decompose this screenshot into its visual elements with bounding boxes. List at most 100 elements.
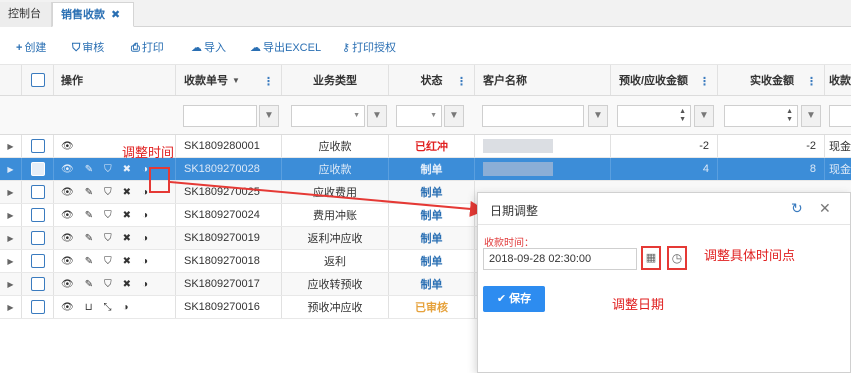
adjust-time-icon[interactable]: ◑: [142, 164, 148, 175]
expand-icon[interactable]: ▶: [0, 227, 22, 249]
unaudit-icon[interactable]: ⊔: [85, 302, 93, 313]
filter-icon[interactable]: ▼: [367, 105, 387, 127]
audit-button[interactable]: ⛉ 审核: [72, 39, 104, 55]
adjust-time-icon[interactable]: ◑: [142, 256, 148, 267]
delete-icon[interactable]: ✖: [123, 164, 131, 175]
create-button[interactable]: + 创建: [16, 39, 46, 55]
shield-icon[interactable]: ⛉: [104, 233, 112, 244]
filter-status-select[interactable]: ▼: [396, 105, 442, 127]
export-excel-button[interactable]: ☁ 导出EXCEL: [250, 39, 321, 55]
view-icon[interactable]: 👁: [61, 187, 74, 198]
filter-customer-input[interactable]: [482, 105, 584, 127]
status-badge: 制单: [389, 250, 475, 272]
adjust-time-icon[interactable]: ◑: [123, 302, 129, 313]
edit-icon[interactable]: ✎: [85, 210, 93, 221]
shield-icon[interactable]: ⛉: [104, 210, 112, 221]
receipt-no: SK1809270025: [176, 181, 282, 203]
delete-icon[interactable]: ✖: [123, 187, 131, 198]
view-icon[interactable]: 👁: [61, 302, 74, 313]
table-row-selected[interactable]: ▶ 👁 ✎ ⛉ ✖ ◑ SK1809270028 应收款 制单 4 8 现金: [0, 158, 851, 181]
edit-icon[interactable]: ✎: [85, 164, 93, 175]
delete-icon[interactable]: ✖: [123, 256, 131, 267]
row-checkbox-cell: [22, 181, 54, 203]
print-button[interactable]: ⎙ 打印: [131, 39, 164, 55]
edit-icon[interactable]: ✎: [85, 256, 93, 267]
expand-icon[interactable]: ▶: [0, 135, 22, 157]
row-checkbox-cell: [22, 227, 54, 249]
view-icon[interactable]: 👁: [61, 210, 74, 221]
status-badge: 制单: [389, 273, 475, 295]
close-icon[interactable]: ✕: [819, 200, 831, 217]
row-checkbox[interactable]: [30, 162, 45, 176]
header-paid[interactable]: 实收金额 ⋮: [718, 65, 825, 95]
shield-icon[interactable]: ⛉: [104, 187, 112, 198]
header-status[interactable]: 状态 ⋮: [389, 65, 475, 95]
expand-icon[interactable]: ▶: [0, 296, 22, 318]
row-checkbox[interactable]: [30, 254, 45, 268]
row-checkbox[interactable]: [30, 300, 45, 314]
select-all-checkbox[interactable]: [30, 73, 45, 87]
sort-desc-icon[interactable]: ▼: [232, 76, 240, 85]
delete-icon[interactable]: ✖: [123, 279, 131, 290]
row-checkbox[interactable]: [30, 139, 45, 153]
tab-console-label: 控制台: [8, 8, 41, 20]
expand-icon[interactable]: ▶: [0, 273, 22, 295]
shield-icon: ⛉: [72, 42, 81, 54]
filter-due-input[interactable]: ▲ ▼: [617, 105, 691, 127]
filter-paid-input[interactable]: ▲ ▼: [724, 105, 798, 127]
filter-icon[interactable]: ▼: [801, 105, 821, 127]
filter-icon[interactable]: ▼: [588, 105, 608, 127]
filter-more-input[interactable]: [829, 105, 851, 127]
view-icon[interactable]: 👁: [61, 279, 74, 290]
shield-icon[interactable]: ⛉: [104, 279, 112, 290]
view-icon[interactable]: 👁: [61, 164, 74, 175]
column-menu-icon[interactable]: ⋮: [263, 75, 274, 88]
filter-icon[interactable]: ▼: [259, 105, 279, 127]
column-menu-icon[interactable]: ⋮: [456, 75, 467, 88]
filter-icon[interactable]: ▼: [694, 105, 714, 127]
edit-icon[interactable]: ✎: [85, 233, 93, 244]
header-due[interactable]: 预收/应收金额 ⋮: [611, 65, 718, 95]
refresh-icon[interactable]: ↻: [791, 200, 803, 217]
adjust-time-icon[interactable]: ◑: [142, 233, 148, 244]
header-no[interactable]: 收款单号 ▼ ⋮: [176, 65, 282, 95]
column-menu-icon[interactable]: ⋮: [699, 75, 710, 88]
collapse-icon[interactable]: ⤡: [104, 302, 112, 313]
expand-icon[interactable]: ▶: [0, 158, 22, 180]
receipt-time-label: 收款时间：: [484, 238, 534, 249]
tab-sales-receipt[interactable]: 销售收款 ✖: [52, 2, 134, 27]
view-icon[interactable]: 👁: [61, 141, 74, 152]
spinner-icon[interactable]: ▲ ▼: [679, 108, 686, 124]
spinner-icon[interactable]: ▲ ▼: [786, 108, 793, 124]
expand-icon[interactable]: ▶: [0, 181, 22, 203]
calendar-icon[interactable]: ▦: [641, 246, 661, 270]
expand-icon[interactable]: ▶: [0, 250, 22, 272]
save-button[interactable]: ✔ 保存: [483, 286, 545, 312]
adjust-time-icon[interactable]: ◑: [142, 187, 148, 198]
print-auth-button[interactable]: ⚷ 打印授权: [342, 39, 396, 55]
view-icon[interactable]: 👁: [61, 233, 74, 244]
shield-icon[interactable]: ⛉: [104, 256, 112, 267]
delete-icon[interactable]: ✖: [123, 233, 131, 244]
close-icon[interactable]: ✖: [111, 9, 120, 21]
clock-icon[interactable]: ◷: [667, 246, 687, 270]
filter-type-select[interactable]: ▼: [291, 105, 365, 127]
row-checkbox[interactable]: [30, 185, 45, 199]
edit-icon[interactable]: ✎: [85, 187, 93, 198]
view-icon[interactable]: 👁: [61, 256, 74, 267]
delete-icon[interactable]: ✖: [123, 210, 131, 221]
filter-icon[interactable]: ▼: [444, 105, 464, 127]
shield-icon[interactable]: ⛉: [104, 164, 112, 175]
row-checkbox[interactable]: [30, 231, 45, 245]
adjust-time-icon[interactable]: ◑: [142, 279, 148, 290]
column-menu-icon[interactable]: ⋮: [806, 75, 817, 88]
adjust-time-icon[interactable]: ◑: [142, 210, 148, 221]
receipt-time-input[interactable]: 2018-09-28 02:30:00: [483, 248, 637, 270]
filter-no-input[interactable]: [183, 105, 257, 127]
row-checkbox[interactable]: [30, 277, 45, 291]
tab-console[interactable]: 控制台: [0, 2, 52, 27]
row-checkbox[interactable]: [30, 208, 45, 222]
expand-icon[interactable]: ▶: [0, 204, 22, 226]
edit-icon[interactable]: ✎: [85, 279, 93, 290]
import-button[interactable]: ☁ 导入: [191, 39, 226, 55]
